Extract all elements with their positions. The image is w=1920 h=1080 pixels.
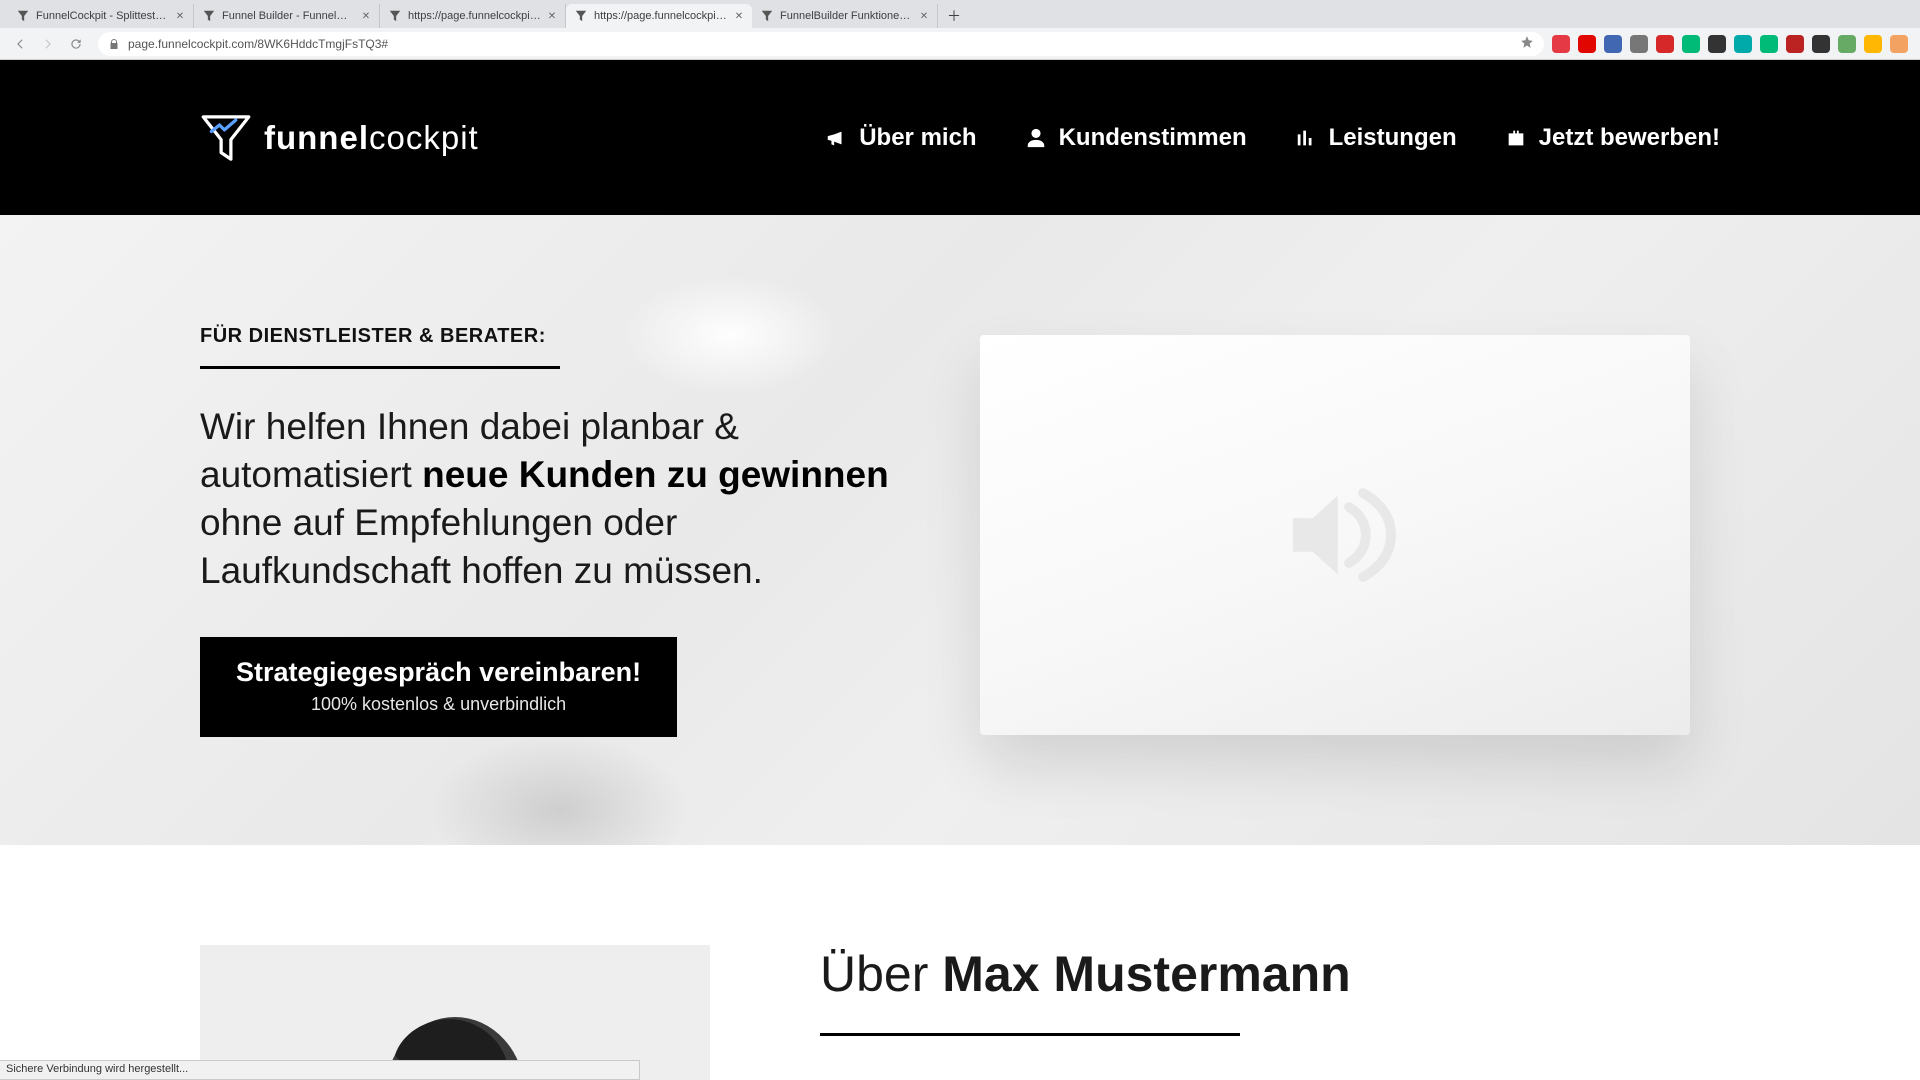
audio-unmute-icon [1265, 465, 1405, 605]
extension-icon[interactable] [1812, 35, 1830, 53]
funnel-logo-icon [200, 112, 252, 164]
browser-toolbar: page.funnelcockpit.com/8WK6HddcTmgjFsTQ3… [0, 28, 1920, 60]
extension-icon[interactable] [1552, 35, 1570, 53]
nav-apply[interactable]: Jetzt bewerben! [1505, 124, 1720, 152]
extension-icon[interactable] [1604, 35, 1622, 53]
extension-icon[interactable] [1786, 35, 1804, 53]
hero-headline: Wir helfen Ihnen dabei planbar & automat… [200, 403, 920, 595]
extension-icon[interactable] [1578, 35, 1596, 53]
tab-close-button[interactable]: ✕ [173, 9, 187, 23]
browser-status-bar: Sichere Verbindung wird hergestellt... [0, 1060, 640, 1080]
tab-favicon-icon [388, 9, 402, 23]
tab-favicon-icon [574, 9, 588, 23]
extension-icon[interactable] [1864, 35, 1882, 53]
cta-button[interactable]: Strategiegespräch vereinbaren! 100% kost… [200, 637, 677, 737]
tab-title: https://page.funnelcockpit.co [594, 10, 728, 22]
extension-icons [1552, 35, 1914, 53]
briefcase-icon [1505, 127, 1527, 149]
tab-close-button[interactable]: ✕ [917, 9, 931, 23]
divider [820, 1033, 1240, 1036]
tab-favicon-icon [16, 9, 30, 23]
nav-services[interactable]: Leistungen [1295, 124, 1457, 152]
browser-tab[interactable]: https://page.funnelcockpit.co ✕ [380, 4, 566, 28]
divider [200, 366, 560, 369]
cta-sub-label: 100% kostenlos & unverbindlich [236, 694, 641, 715]
tab-favicon-icon [760, 9, 774, 23]
about-heading-block: Über Max Mustermann [820, 945, 1351, 1080]
forward-button[interactable] [36, 32, 60, 56]
extension-icon[interactable] [1890, 35, 1908, 53]
browser-tab[interactable]: Funnel Builder - FunnelCockpit ✕ [194, 4, 380, 28]
tab-close-button[interactable]: ✕ [732, 9, 746, 23]
reload-icon [69, 37, 83, 51]
extension-icon[interactable] [1760, 35, 1778, 53]
extension-icon[interactable] [1734, 35, 1752, 53]
nav-label: Leistungen [1329, 124, 1457, 152]
user-icon [1025, 127, 1047, 149]
page-viewport: funnelcockpit Über mich Kundenstimmen Le… [0, 60, 1920, 1080]
tab-close-button[interactable]: ✕ [359, 9, 373, 23]
bar-chart-icon [1295, 127, 1317, 149]
about-section: Über Max Mustermann [0, 845, 1920, 1080]
video-player[interactable] [980, 335, 1690, 735]
nav-label: Jetzt bewerben! [1539, 124, 1720, 152]
extension-icon[interactable] [1708, 35, 1726, 53]
bookmark-star-icon[interactable] [1520, 35, 1534, 52]
arrow-left-icon [13, 37, 27, 51]
tab-strip: FunnelCockpit - Splittests, Ma✕Funnel Bu… [0, 0, 1920, 28]
about-title-bold: Max Mustermann [942, 946, 1350, 1002]
site-header: funnelcockpit Über mich Kundenstimmen Le… [0, 60, 1920, 215]
about-title: Über Max Mustermann [820, 945, 1351, 1003]
lock-icon [108, 38, 120, 50]
nav-label: Kundenstimmen [1059, 124, 1247, 152]
address-bar[interactable]: page.funnelcockpit.com/8WK6HddcTmgjFsTQ3… [98, 32, 1544, 56]
nav-label: Über mich [859, 124, 976, 152]
site-logo[interactable]: funnelcockpit [200, 112, 479, 164]
status-text: Sichere Verbindung wird hergestellt... [6, 1063, 188, 1075]
megaphone-icon [825, 127, 847, 149]
headline-bold: neue Kunden zu gewinnen [422, 454, 889, 495]
hero-eyebrow: FÜR DIENSTLEISTER & BERATER: [200, 325, 920, 348]
new-tab-button[interactable]: ＋ [942, 4, 966, 28]
arrow-right-icon [41, 37, 55, 51]
tab-title: FunnelCockpit - Splittests, Ma [36, 10, 169, 22]
hero-copy: FÜR DIENSTLEISTER & BERATER: Wir helfen … [200, 325, 920, 737]
tab-title: FunnelBuilder Funktionen & E [780, 10, 913, 22]
url-text[interactable]: page.funnelcockpit.com/8WK6HddcTmgjFsTQ3… [128, 37, 1520, 51]
browser-tab[interactable]: https://page.funnelcockpit.co ✕ [566, 4, 752, 28]
main-nav: Über mich Kundenstimmen Leistungen Jetzt… [825, 124, 1720, 152]
nav-about[interactable]: Über mich [825, 124, 976, 152]
nav-testimonials[interactable]: Kundenstimmen [1025, 124, 1247, 152]
browser-tab[interactable]: FunnelCockpit - Splittests, Ma ✕ [8, 4, 194, 28]
reload-button[interactable] [64, 32, 88, 56]
cta-main-label: Strategiegespräch vereinbaren! [236, 657, 641, 688]
browser-chrome: FunnelCockpit - Splittests, Ma✕Funnel Bu… [0, 0, 1920, 60]
extension-icon[interactable] [1656, 35, 1674, 53]
hero-section: FÜR DIENSTLEISTER & BERATER: Wir helfen … [0, 215, 1920, 845]
tab-title: Funnel Builder - FunnelCockpit [222, 10, 355, 22]
about-title-lead: Über [820, 946, 942, 1002]
tab-favicon-icon [202, 9, 216, 23]
headline-tail: ohne auf Empfehlungen oder Laufkundschaf… [200, 502, 763, 591]
back-button[interactable] [8, 32, 32, 56]
extension-icon[interactable] [1838, 35, 1856, 53]
tab-title: https://page.funnelcockpit.co [408, 10, 541, 22]
tab-close-button[interactable]: ✕ [545, 9, 559, 23]
extension-icon[interactable] [1630, 35, 1648, 53]
browser-tab[interactable]: FunnelBuilder Funktionen & E ✕ [752, 4, 938, 28]
logo-text: funnelcockpit [264, 119, 479, 157]
extension-icon[interactable] [1682, 35, 1700, 53]
